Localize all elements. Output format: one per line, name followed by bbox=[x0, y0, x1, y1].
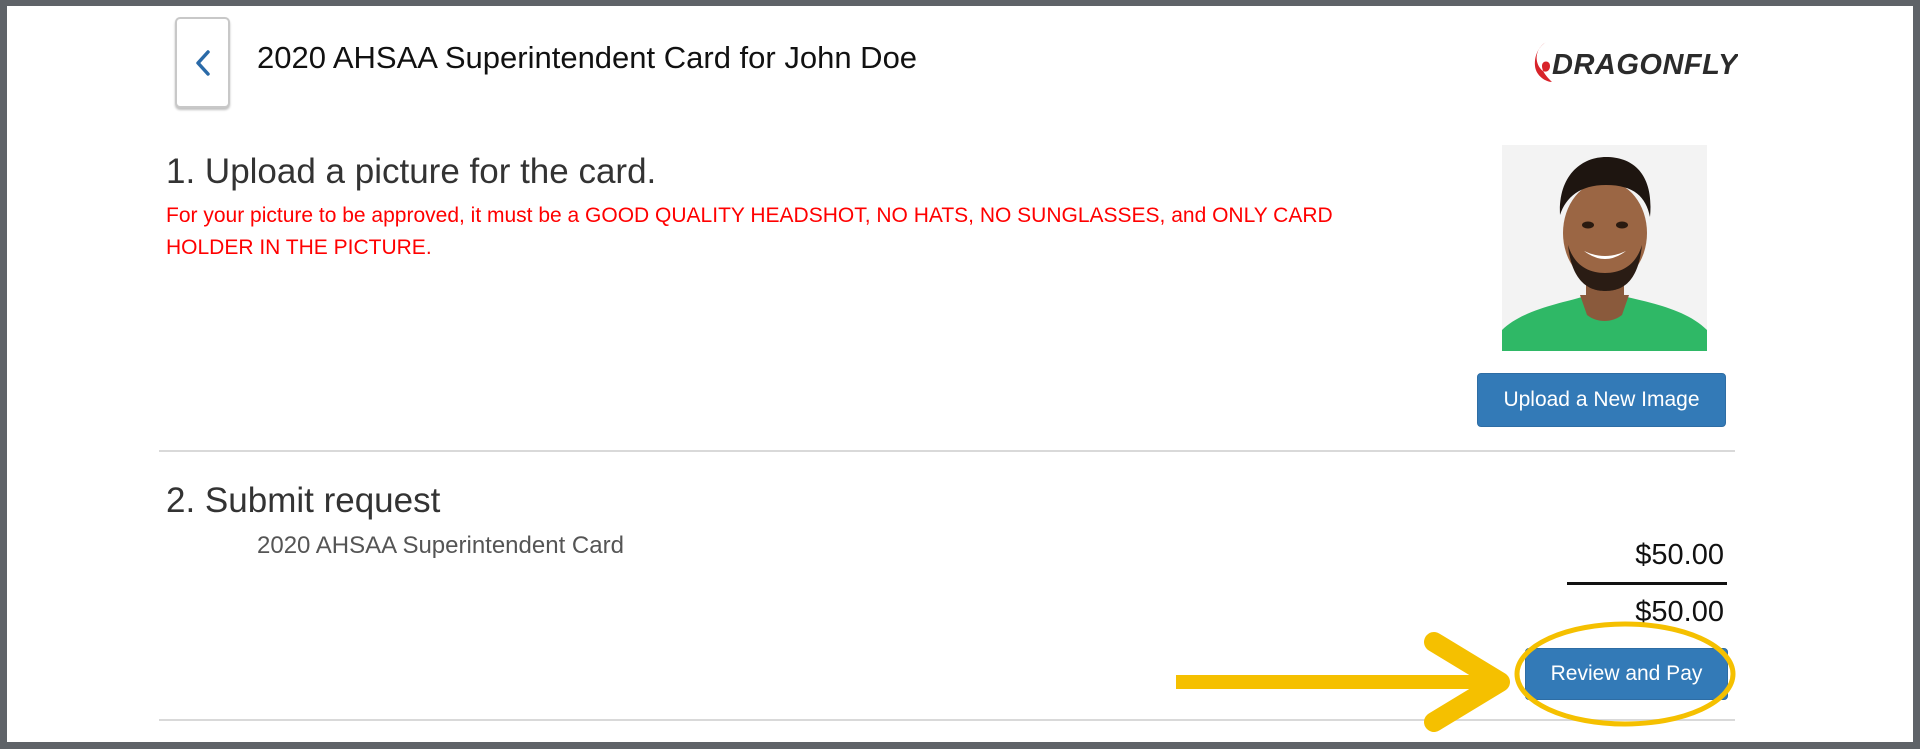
page-title: 2020 AHSAA Superintendent Card for John … bbox=[257, 40, 918, 75]
upload-new-image-button[interactable]: Upload a New Image bbox=[1477, 373, 1726, 427]
upload-section-title: 1. Upload a picture for the card. bbox=[166, 152, 657, 191]
order-total: $50.00 bbox=[1635, 596, 1724, 628]
card-photo bbox=[1502, 145, 1707, 351]
photo-requirements-warning: For your picture to be approved, it must… bbox=[166, 204, 1333, 259]
total-rule bbox=[1567, 582, 1727, 585]
line-item-price: $50.00 bbox=[1635, 539, 1724, 571]
section-divider bbox=[159, 450, 1735, 452]
chevron-left-icon bbox=[195, 49, 211, 76]
line-item-name: 2020 AHSAA Superintendent Card bbox=[257, 532, 624, 559]
review-and-pay-button[interactable]: Review and Pay bbox=[1525, 648, 1728, 700]
section-divider-bottom bbox=[159, 719, 1735, 721]
submit-section-title: 2. Submit request bbox=[166, 481, 441, 520]
back-button[interactable] bbox=[175, 17, 230, 108]
svg-text:DRAGONFLY: DRAGONFLY bbox=[1552, 49, 1738, 81]
dragonfly-logo: DRAGONFLY bbox=[1528, 38, 1740, 88]
